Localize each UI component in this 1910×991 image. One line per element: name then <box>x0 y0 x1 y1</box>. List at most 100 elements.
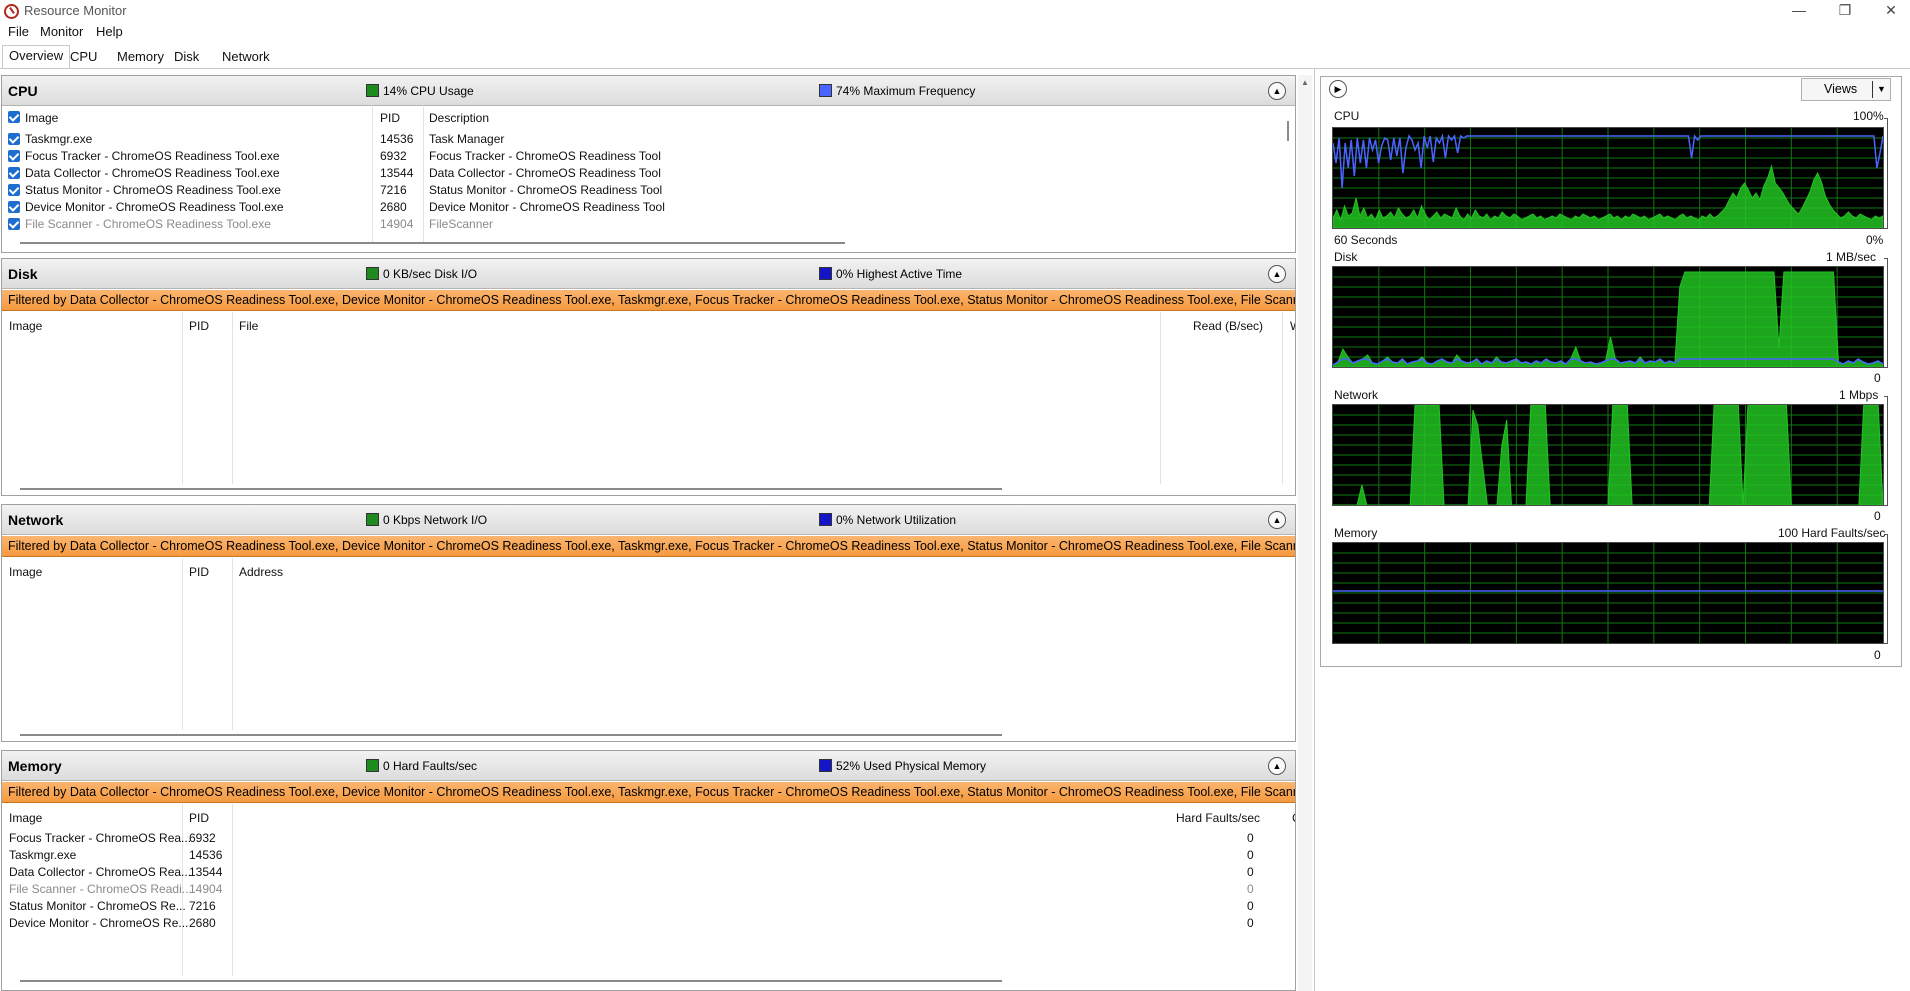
memory-faults-legend: 0 Hard Faults/sec <box>366 759 477 773</box>
cell-hard-faults: 0 <box>1247 916 1254 930</box>
horizontal-scrollbar[interactable] <box>20 488 1002 490</box>
horizontal-scrollbar[interactable] <box>20 734 1002 736</box>
col-commit[interactable]: C <box>1292 811 1295 825</box>
cell-image[interactable]: File Scanner - ChromeOS Readi... <box>9 882 192 896</box>
network-graph <box>1332 404 1884 506</box>
memory-panel-header[interactable]: Memory 0 Hard Faults/sec 52% Used Physic… <box>2 751 1295 781</box>
horizontal-scrollbar[interactable] <box>20 242 845 244</box>
network-graph-label: Network <box>1334 388 1379 402</box>
cell-image[interactable]: Status Monitor - ChromeOS Re... <box>9 899 186 913</box>
cell-image[interactable]: Taskmgr.exe <box>25 132 92 146</box>
memory-graph-min: 0 <box>1874 648 1881 662</box>
cpu-graph-label: CPU <box>1334 109 1360 123</box>
network-filter-bar[interactable]: Filtered by Data Collector - ChromeOS Re… <box>2 536 1295 557</box>
disk-panel: Disk 0 KB/sec Disk I/O 0% Highest Active… <box>1 258 1296 496</box>
scroll-up-icon[interactable]: ▲ <box>1301 78 1309 87</box>
views-button[interactable]: Views ▼ <box>1801 78 1891 101</box>
col-description[interactable]: Description <box>429 111 489 125</box>
horizontal-scrollbar[interactable] <box>20 980 1002 982</box>
disk-panel-header[interactable]: Disk 0 KB/sec Disk I/O 0% Highest Active… <box>2 259 1295 289</box>
row-checkbox[interactable] <box>8 218 20 230</box>
cell-image[interactable]: Focus Tracker - ChromeOS Readiness Tool.… <box>25 149 280 163</box>
memory-graph-max: 100 Hard Faults/sec <box>1778 526 1886 540</box>
cpu-panel-header[interactable]: CPU 14% CPU Usage 74% Maximum Frequency … <box>2 76 1295 106</box>
col-image[interactable]: Image <box>9 319 42 333</box>
tab-overview[interactable]: Overview <box>2 45 71 69</box>
restore-button[interactable]: ❐ <box>1822 0 1868 23</box>
cpu-panel-title: CPU <box>8 83 38 99</box>
row-checkbox[interactable] <box>8 167 20 179</box>
row-checkbox[interactable] <box>8 201 20 213</box>
cell-pid: 13544 <box>380 166 414 180</box>
chevron-up-icon[interactable]: ▲ <box>1268 265 1286 283</box>
cpu-frequency-legend: 74% Maximum Frequency <box>819 84 975 98</box>
vertical-scrollbar[interactable] <box>1287 121 1289 141</box>
cell-pid: 6932 <box>380 149 407 163</box>
col-read[interactable]: Read (B/sec) <box>1193 319 1263 333</box>
tab-memory[interactable]: Memory <box>111 47 170 68</box>
chevron-up-icon[interactable]: ▲ <box>1268 82 1286 100</box>
cell-pid: 14904 <box>380 217 414 231</box>
chevron-right-icon[interactable]: ▶ <box>1329 80 1347 98</box>
select-all-checkbox[interactable] <box>8 111 20 123</box>
col-pid[interactable]: PID <box>380 111 400 125</box>
cell-hard-faults: 0 <box>1247 848 1254 862</box>
cell-image[interactable]: Data Collector - ChromeOS Readiness Tool… <box>25 166 280 180</box>
network-panel-title: Network <box>8 512 64 528</box>
row-checkbox[interactable] <box>8 133 20 145</box>
col-image[interactable]: Image <box>9 811 42 825</box>
cell-image[interactable]: Status Monitor - ChromeOS Readiness Tool… <box>25 183 281 197</box>
col-hard-faults[interactable]: Hard Faults/sec <box>1176 811 1260 825</box>
col-write[interactable]: W <box>1290 319 1295 333</box>
memory-filter-bar[interactable]: Filtered by Data Collector - ChromeOS Re… <box>2 782 1295 803</box>
cpu-graph-min: 0% <box>1866 233 1884 247</box>
cell-image[interactable]: File Scanner - ChromeOS Readiness Tool.e… <box>25 217 271 231</box>
cell-image[interactable]: Device Monitor - ChromeOS Readiness Tool… <box>25 200 284 214</box>
cell-pid: 7216 <box>380 183 407 197</box>
col-pid[interactable]: PID <box>189 319 209 333</box>
network-utilization-legend: 0% Network Utilization <box>819 513 956 527</box>
memory-panel-title: Memory <box>8 758 62 774</box>
minimize-button[interactable]: — <box>1776 0 1822 23</box>
cpu-graph-time: 60 Seconds <box>1334 233 1398 247</box>
menu-monitor[interactable]: Monitor <box>40 24 83 39</box>
memory-panel: Memory 0 Hard Faults/sec 52% Used Physic… <box>1 750 1296 991</box>
network-panel-header[interactable]: Network 0 Kbps Network I/O 0% Network Ut… <box>2 505 1295 535</box>
cell-image[interactable]: Device Monitor - ChromeOS Re... <box>9 916 188 930</box>
views-label: Views <box>1824 82 1858 96</box>
disk-active-legend: 0% Highest Active Time <box>819 267 962 281</box>
chevron-up-icon[interactable]: ▲ <box>1268 757 1286 775</box>
disk-filter-bar[interactable]: Filtered by Data Collector - ChromeOS Re… <box>2 290 1295 311</box>
row-checkbox[interactable] <box>8 150 20 162</box>
row-checkbox[interactable] <box>8 184 20 196</box>
cell-hard-faults: 0 <box>1247 865 1254 879</box>
cpu-panel: CPU 14% CPU Usage 74% Maximum Frequency … <box>1 75 1296 253</box>
col-pid[interactable]: PID <box>189 811 209 825</box>
network-panel: Network 0 Kbps Network I/O 0% Network Ut… <box>1 504 1296 742</box>
menu-file[interactable]: File <box>8 24 29 39</box>
cell-image[interactable]: Taskmgr.exe <box>9 848 76 862</box>
chevron-up-icon[interactable]: ▲ <box>1268 511 1286 529</box>
col-address[interactable]: Address <box>239 565 283 579</box>
cell-pid: 14904 <box>189 882 223 896</box>
menu-help[interactable]: Help <box>96 24 123 39</box>
col-image[interactable]: Image <box>9 565 42 579</box>
tab-disk[interactable]: Disk <box>168 47 205 68</box>
cell-description: Focus Tracker - ChromeOS Readiness Tool <box>429 149 661 163</box>
cell-image[interactable]: Focus Tracker - ChromeOS Rea... <box>9 831 191 845</box>
cell-pid: 13544 <box>189 865 223 879</box>
pane-splitter[interactable] <box>1314 69 1315 991</box>
disk-graph-min: 0 <box>1874 371 1881 385</box>
tab-cpu[interactable]: CPU <box>64 47 103 68</box>
tab-network[interactable]: Network <box>216 47 276 68</box>
col-pid[interactable]: PID <box>189 565 209 579</box>
cell-image[interactable]: Data Collector - ChromeOS Rea... <box>9 865 191 879</box>
cell-hard-faults: 0 <box>1247 831 1254 845</box>
triangle-down-icon[interactable]: ▼ <box>1872 81 1890 98</box>
pane-scrollbar[interactable] <box>1298 75 1312 991</box>
close-button[interactable]: ✕ <box>1868 0 1910 23</box>
col-image[interactable]: Image <box>25 111 58 125</box>
col-file[interactable]: File <box>239 319 258 333</box>
menu-bar <box>0 23 1910 42</box>
cell-pid: 6932 <box>189 831 216 845</box>
